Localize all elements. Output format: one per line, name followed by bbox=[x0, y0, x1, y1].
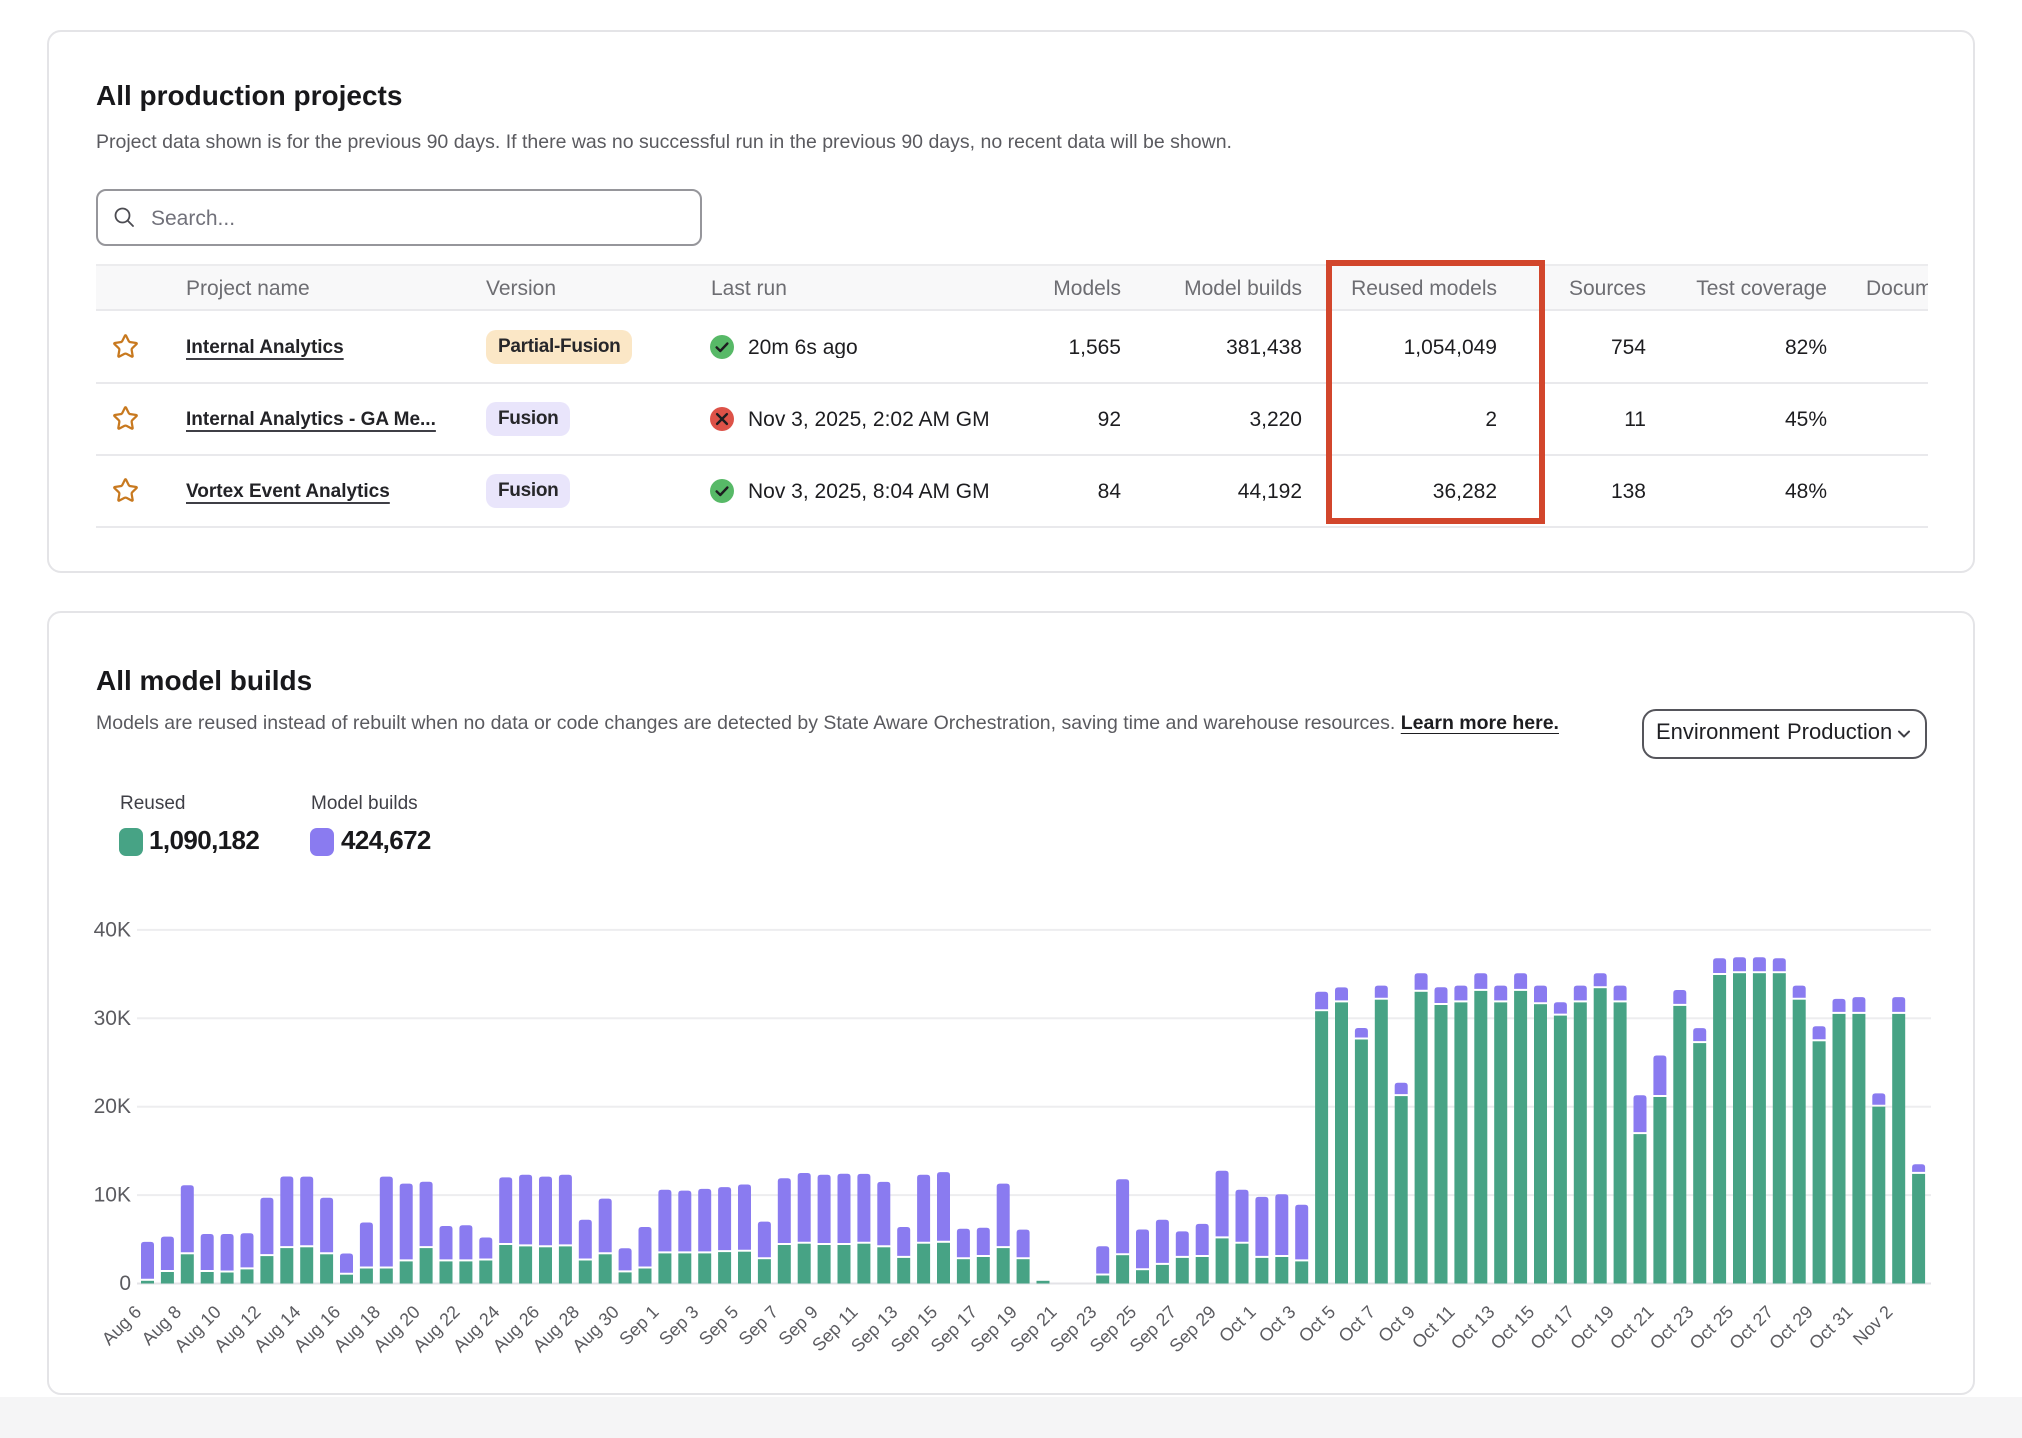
svg-text:40K: 40K bbox=[94, 918, 131, 941]
svg-text:Sep 7: Sep 7 bbox=[735, 1302, 782, 1349]
svg-text:Oct 19: Oct 19 bbox=[1566, 1302, 1618, 1354]
svg-text:Oct 13: Oct 13 bbox=[1447, 1302, 1499, 1354]
svg-text:Oct 1: Oct 1 bbox=[1215, 1302, 1260, 1347]
svg-text:Oct 29: Oct 29 bbox=[1765, 1302, 1817, 1354]
svg-text:Sep 3: Sep 3 bbox=[655, 1302, 702, 1349]
svg-text:20K: 20K bbox=[94, 1095, 131, 1118]
svg-text:Oct 5: Oct 5 bbox=[1295, 1302, 1340, 1347]
svg-text:Oct 27: Oct 27 bbox=[1725, 1302, 1777, 1354]
svg-text:Oct 3: Oct 3 bbox=[1255, 1302, 1300, 1347]
svg-text:Oct 15: Oct 15 bbox=[1487, 1302, 1539, 1354]
svg-text:0: 0 bbox=[119, 1272, 131, 1295]
svg-text:Aug 6: Aug 6 bbox=[98, 1302, 145, 1349]
svg-text:Oct 23: Oct 23 bbox=[1646, 1302, 1698, 1354]
svg-text:Sep 5: Sep 5 bbox=[695, 1302, 742, 1349]
svg-text:Oct 7: Oct 7 bbox=[1335, 1302, 1380, 1347]
svg-text:Nov 2: Nov 2 bbox=[1849, 1302, 1896, 1349]
svg-text:Sep 1: Sep 1 bbox=[615, 1302, 662, 1349]
svg-text:Oct 31: Oct 31 bbox=[1805, 1302, 1857, 1354]
svg-text:Oct 21: Oct 21 bbox=[1606, 1302, 1658, 1354]
svg-text:Oct 25: Oct 25 bbox=[1686, 1302, 1738, 1354]
svg-text:30K: 30K bbox=[94, 1007, 131, 1030]
svg-text:10K: 10K bbox=[94, 1184, 131, 1207]
svg-text:Oct 17: Oct 17 bbox=[1526, 1302, 1578, 1354]
